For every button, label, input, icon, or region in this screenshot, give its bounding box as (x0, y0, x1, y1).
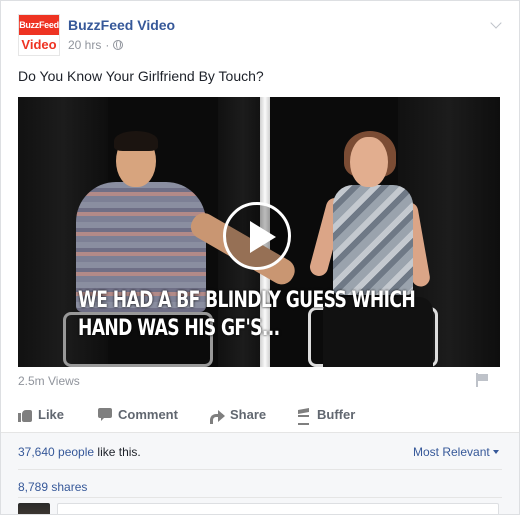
globe-icon[interactable] (113, 40, 124, 50)
timestamp-link[interactable]: 20 hrs (68, 38, 101, 52)
comment-icon (98, 407, 112, 422)
share-button[interactable]: Share (210, 407, 267, 424)
likes-summary: 37,640 people like this. (18, 445, 141, 459)
shares-count-link[interactable]: 8,789 shares (18, 480, 87, 494)
user-avatar[interactable] (18, 503, 50, 514)
comment-input[interactable] (57, 503, 499, 514)
sort-label: Most Relevant (413, 445, 490, 459)
divider (18, 469, 502, 470)
chevron-down-icon[interactable] (489, 18, 503, 32)
post-footer: 37,640 people like this. Most Relevant 8… (1, 433, 519, 514)
likes-count-link[interactable]: 37,640 people (18, 445, 94, 459)
buffer-stack-icon (297, 408, 311, 425)
post-meta: 20 hrs · (68, 38, 124, 52)
logo-top-text: BuzzFeed (19, 15, 59, 35)
divider (18, 497, 502, 498)
man-hair (114, 131, 158, 151)
likes-suffix: like this. (94, 445, 141, 459)
thumbs-up-icon (18, 408, 32, 422)
page-avatar[interactable]: BuzzFeed Video (18, 14, 60, 56)
post-text: Do You Know Your Girlfriend By Touch? (18, 68, 264, 84)
buffer-button[interactable]: Buffer (297, 407, 356, 425)
like-label: Like (38, 407, 65, 422)
flag-cloth (478, 374, 488, 381)
comment-label: Comment (118, 407, 178, 422)
share-label: Share (230, 407, 267, 422)
view-count: 2.5m Views (18, 374, 80, 388)
buffer-label: Buffer (317, 407, 356, 422)
meta-separator: · (105, 38, 110, 52)
action-bar: Like Comment Share Buffer (1, 397, 519, 433)
play-button-icon[interactable] (223, 202, 291, 270)
post-header: BuzzFeed Video BuzzFeed Video 20 hrs · (18, 14, 508, 58)
woman-top (333, 185, 413, 295)
post-card: BuzzFeed Video BuzzFeed Video 20 hrs · D… (0, 0, 520, 515)
woman-head (350, 137, 388, 187)
video-caption: WE HAD A BF BLINDLY GUESS WHICH HAND WAS… (78, 288, 416, 341)
like-button[interactable]: Like (18, 407, 64, 422)
comment-sort-dropdown[interactable]: Most Relevant (413, 445, 499, 459)
comment-button[interactable]: Comment (98, 407, 178, 422)
caret-down-icon (492, 450, 499, 454)
logo-bottom-text: Video (19, 35, 59, 55)
video-player[interactable]: WE HAD A BF BLINDLY GUESS WHICH HAND WAS… (18, 97, 500, 367)
share-arrow-icon (210, 408, 225, 424)
page-name-link[interactable]: BuzzFeed Video (68, 17, 175, 33)
flag-icon[interactable] (475, 373, 489, 387)
